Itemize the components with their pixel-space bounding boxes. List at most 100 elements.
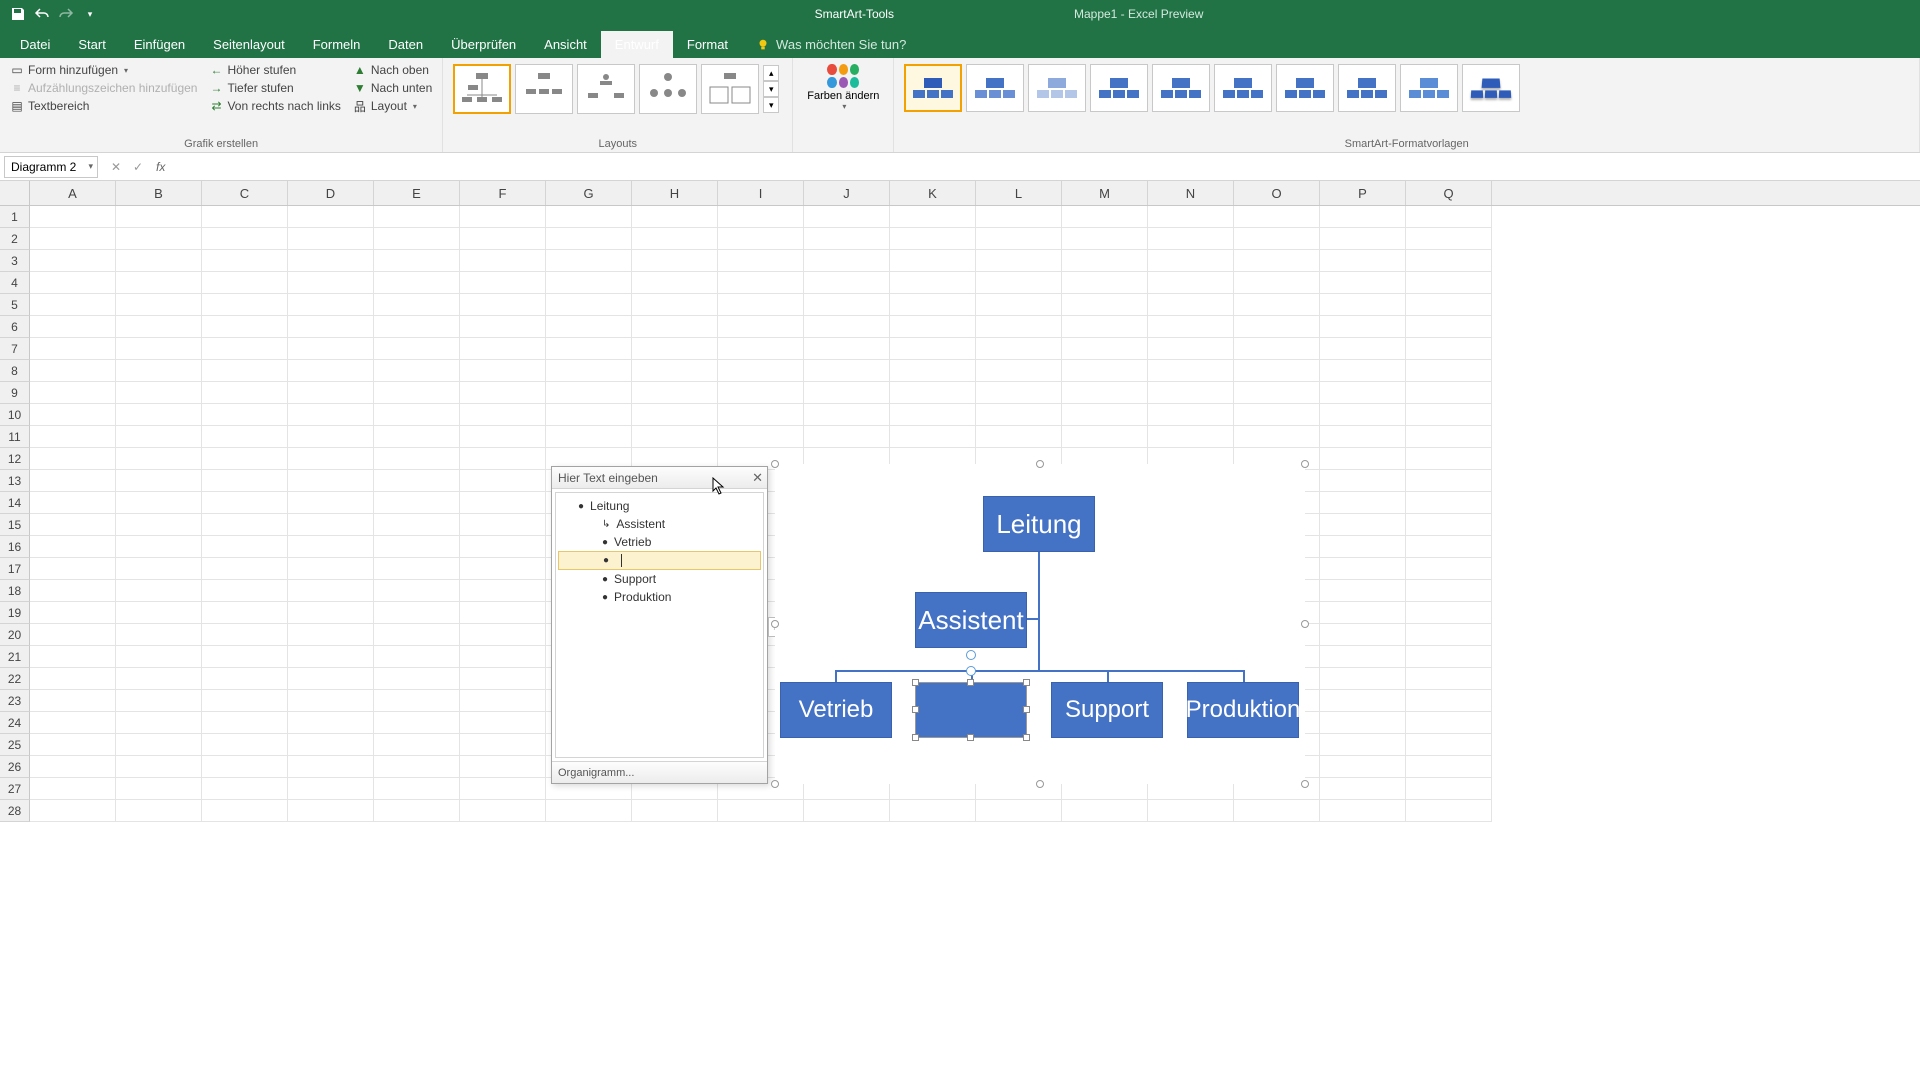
cell-A22[interactable] [30,668,116,690]
org-node-child-1[interactable] [915,682,1027,738]
cell-G9[interactable] [546,382,632,404]
cell-N6[interactable] [1148,316,1234,338]
cell-C17[interactable] [202,558,288,580]
style-thumb-3[interactable] [1090,64,1148,112]
cell-C19[interactable] [202,602,288,624]
cell-L28[interactable] [976,800,1062,822]
cell-P12[interactable] [1320,448,1406,470]
col-header-J[interactable]: J [804,181,890,205]
select-all-triangle[interactable] [0,181,30,205]
text-pane-item-3[interactable]: ● [558,551,761,570]
cell-O5[interactable] [1234,294,1320,316]
cell-C5[interactable] [202,294,288,316]
cell-N11[interactable] [1148,426,1234,448]
cell-P1[interactable] [1320,206,1406,228]
cell-E5[interactable] [374,294,460,316]
cell-B2[interactable] [116,228,202,250]
cell-D12[interactable] [288,448,374,470]
cell-G2[interactable] [546,228,632,250]
cell-O4[interactable] [1234,272,1320,294]
col-header-D[interactable]: D [288,181,374,205]
cell-Q24[interactable] [1406,712,1492,734]
cell-J4[interactable] [804,272,890,294]
cell-C20[interactable] [202,624,288,646]
cell-C12[interactable] [202,448,288,470]
cell-E4[interactable] [374,272,460,294]
cell-O2[interactable] [1234,228,1320,250]
cell-C8[interactable] [202,360,288,382]
col-header-P[interactable]: P [1320,181,1406,205]
cell-C6[interactable] [202,316,288,338]
cell-Q14[interactable] [1406,492,1492,514]
cell-B7[interactable] [116,338,202,360]
layout-thumb-4[interactable] [639,64,697,114]
cell-I8[interactable] [718,360,804,382]
style-thumb-9[interactable] [1462,64,1520,112]
cell-I28[interactable] [718,800,804,822]
org-node-child-0[interactable]: Vetrieb [780,682,892,738]
cell-E17[interactable] [374,558,460,580]
cell-Q10[interactable] [1406,404,1492,426]
cell-I7[interactable] [718,338,804,360]
cell-B5[interactable] [116,294,202,316]
cell-N7[interactable] [1148,338,1234,360]
cell-A4[interactable] [30,272,116,294]
cell-L11[interactable] [976,426,1062,448]
cell-H8[interactable] [632,360,718,382]
cell-B23[interactable] [116,690,202,712]
tell-me-search[interactable]: Was möchten Sie tun? [742,31,920,58]
cell-O28[interactable] [1234,800,1320,822]
tab-einfuegen[interactable]: Einfügen [120,31,199,58]
text-pane-item-1[interactable]: ↳Assistent [558,515,761,533]
cell-P15[interactable] [1320,514,1406,536]
cell-P4[interactable] [1320,272,1406,294]
cell-H6[interactable] [632,316,718,338]
row-header-20[interactable]: 20 [0,624,30,646]
cell-Q1[interactable] [1406,206,1492,228]
cell-F21[interactable] [460,646,546,668]
style-thumb-0[interactable] [904,64,962,112]
cell-Q18[interactable] [1406,580,1492,602]
row-header-6[interactable]: 6 [0,316,30,338]
cell-D9[interactable] [288,382,374,404]
cell-Q21[interactable] [1406,646,1492,668]
cell-E25[interactable] [374,734,460,756]
cell-N2[interactable] [1148,228,1234,250]
cell-F7[interactable] [460,338,546,360]
cell-D19[interactable] [288,602,374,624]
enter-formula-button[interactable]: ✓ [128,157,148,177]
cell-F22[interactable] [460,668,546,690]
cell-M9[interactable] [1062,382,1148,404]
row-header-7[interactable]: 7 [0,338,30,360]
cell-B17[interactable] [116,558,202,580]
cell-C2[interactable] [202,228,288,250]
cell-K6[interactable] [890,316,976,338]
cell-P21[interactable] [1320,646,1406,668]
cell-F3[interactable] [460,250,546,272]
layout-thumb-1[interactable] [453,64,511,114]
cell-B6[interactable] [116,316,202,338]
cell-J6[interactable] [804,316,890,338]
cell-O3[interactable] [1234,250,1320,272]
cell-A18[interactable] [30,580,116,602]
row-header-14[interactable]: 14 [0,492,30,514]
cell-C28[interactable] [202,800,288,822]
cell-D2[interactable] [288,228,374,250]
cell-K9[interactable] [890,382,976,404]
close-icon[interactable]: ✕ [752,470,763,486]
cell-P8[interactable] [1320,360,1406,382]
smartart-text-pane[interactable]: Hier Text eingeben ✕ ●Leitung↳Assistent●… [551,466,768,784]
cell-F12[interactable] [460,448,546,470]
cell-E7[interactable] [374,338,460,360]
cell-I10[interactable] [718,404,804,426]
cell-P16[interactable] [1320,536,1406,558]
org-node-assistant[interactable]: Assistent [915,592,1027,648]
cell-D14[interactable] [288,492,374,514]
rotate-handle-icon[interactable] [966,666,976,676]
cell-C23[interactable] [202,690,288,712]
cell-B8[interactable] [116,360,202,382]
cell-H5[interactable] [632,294,718,316]
qat-customize-icon[interactable]: ▾ [82,6,98,22]
cell-D25[interactable] [288,734,374,756]
cell-A14[interactable] [30,492,116,514]
